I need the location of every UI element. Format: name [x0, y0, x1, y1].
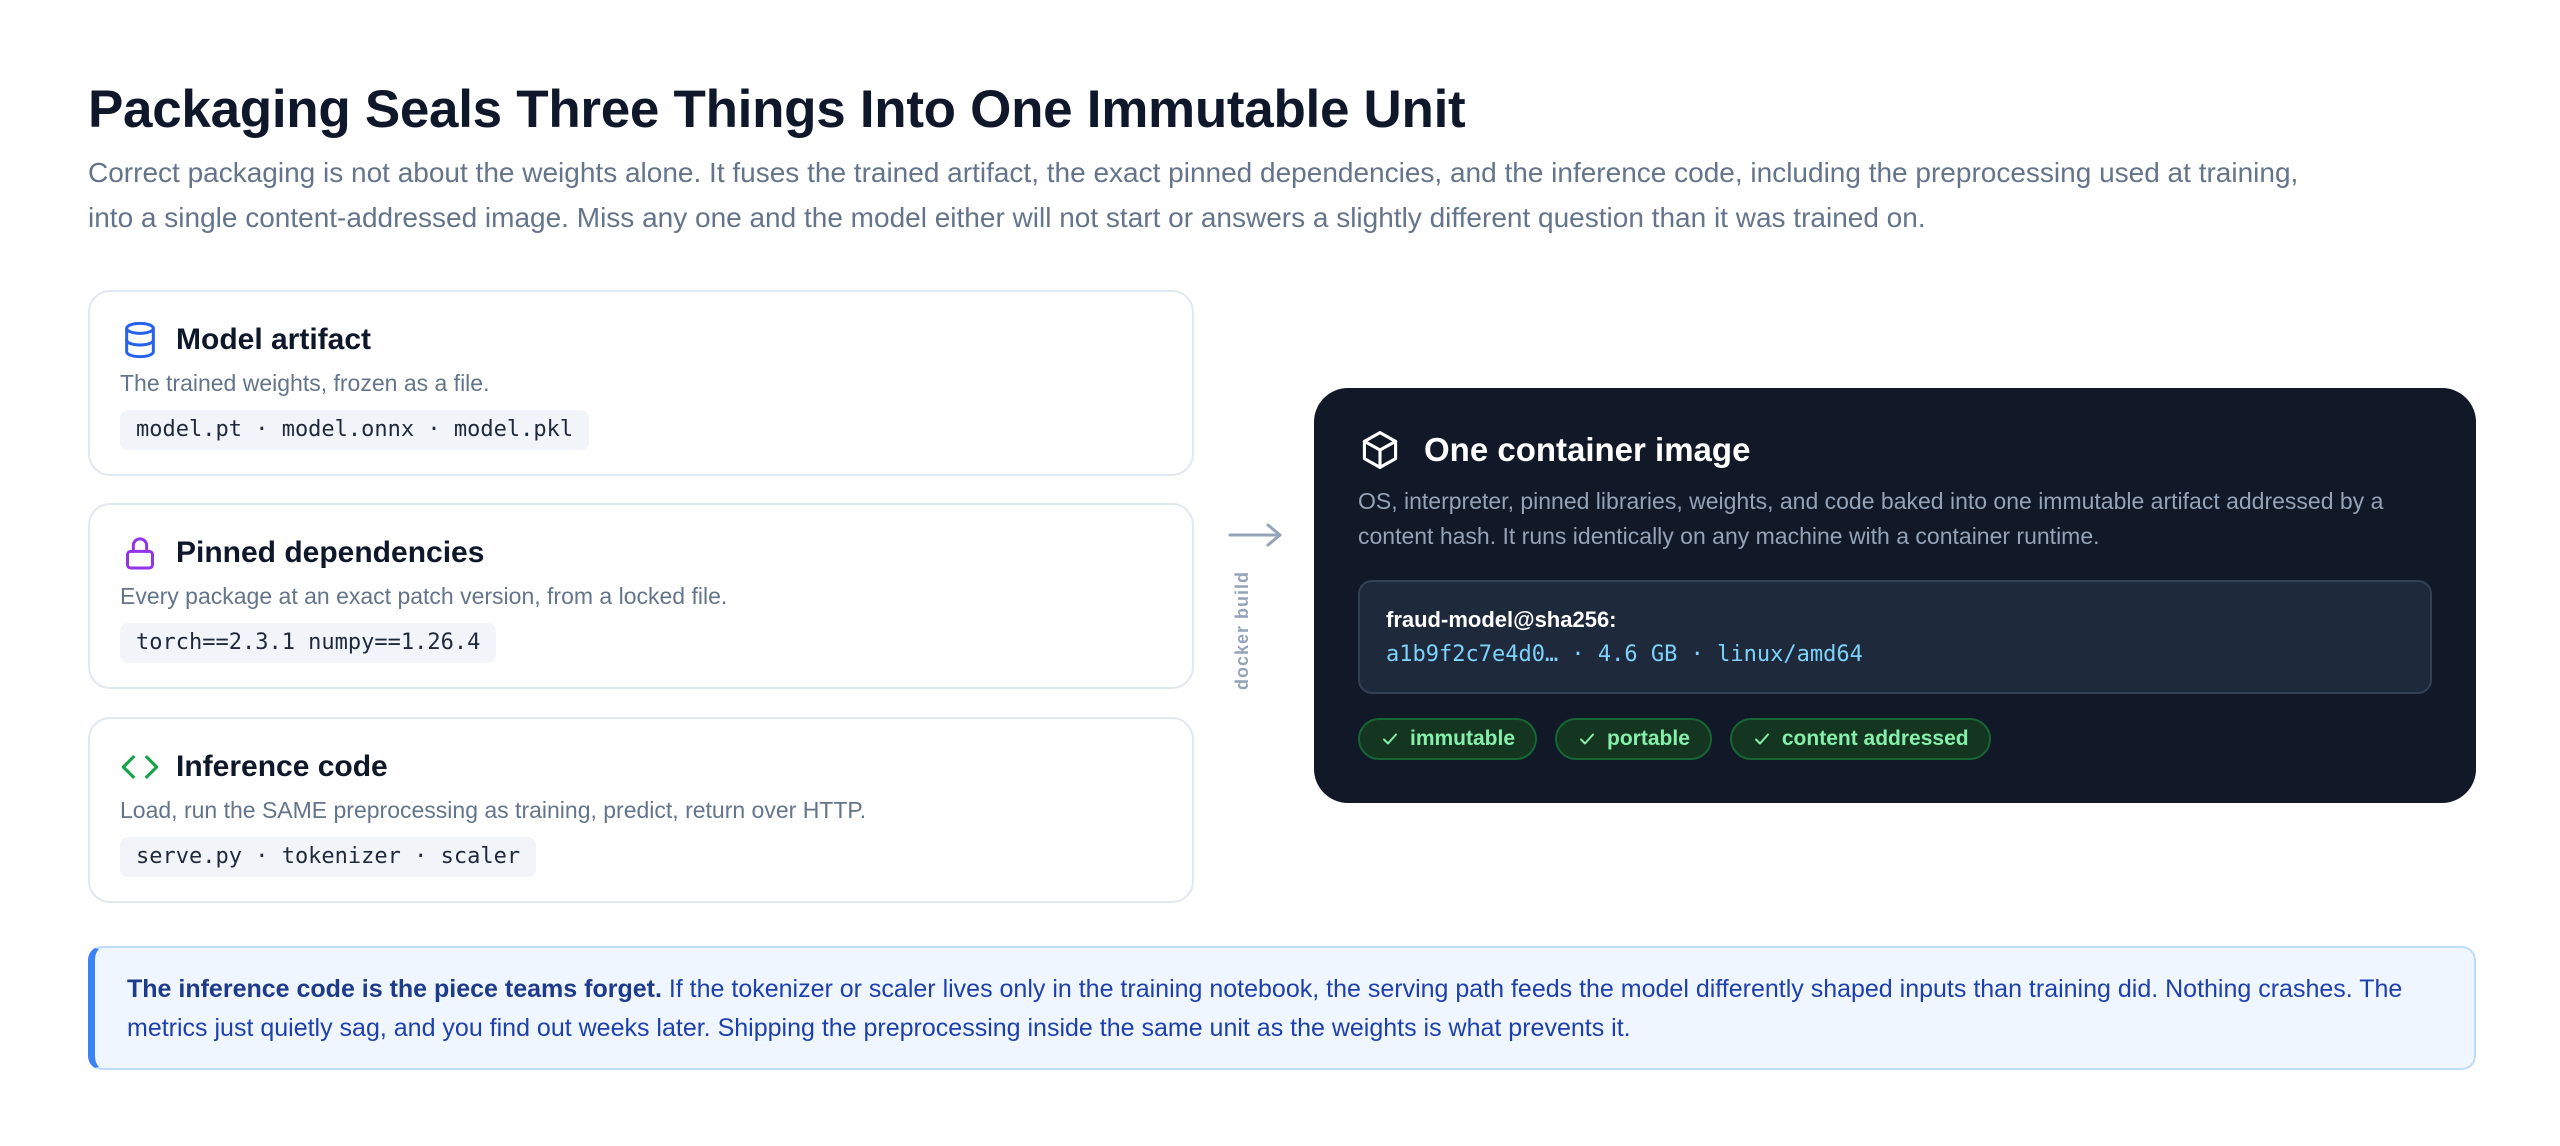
card-code: model.pt · model.onnx · model.pkl	[120, 410, 590, 450]
arrow-label: docker build	[1232, 570, 1252, 690]
check-icon	[1754, 733, 1769, 745]
arrow-right-icon	[1228, 523, 1282, 547]
page-intro: Correct packaging is not about the weigh…	[88, 157, 2299, 233]
card-code: torch==2.3.1 numpy==1.26.4	[120, 623, 497, 663]
image-digest-box: fraud-model@sha256: a1b9f2c7e4d0… · 4.6 …	[1358, 580, 2432, 694]
card-title: Pinned dependencies	[176, 536, 485, 569]
image-name: fraud-model@sha256:	[1386, 607, 1617, 632]
code-icon	[120, 747, 160, 787]
callout-note: The inference code is the piece teams fo…	[88, 946, 2476, 1070]
pinned-dependencies-card: Pinned dependencies Every package at an …	[88, 503, 1194, 689]
card-code: serve.py · tokenizer · scaler	[120, 837, 537, 877]
callout-lead: The inference code is the piece teams fo…	[127, 975, 662, 1003]
tag-immutable: immutable	[1358, 718, 1538, 760]
card-description: Every package at an exact patch version,…	[120, 583, 728, 609]
image-details: a1b9f2c7e4d0… · 4.6 GB · linux/amd64	[1386, 642, 1863, 667]
check-icon	[1580, 733, 1595, 745]
card-title: Inference code	[176, 750, 388, 783]
container-image-card: One container image OS, interpreter, pin…	[1314, 388, 2476, 803]
tag-label: portable	[1607, 727, 1690, 750]
tag-portable: portable	[1555, 718, 1712, 760]
tag-label: immutable	[1410, 727, 1516, 750]
tag-content-addressed: content addressed	[1729, 718, 1991, 760]
page-title: Packaging Seals Three Things Into One Im…	[88, 80, 1466, 139]
container-title: One container image	[1424, 431, 1751, 468]
tag-list: immutable portable content addressed	[1358, 718, 1991, 760]
inference-code-card: Inference code Load, run the SAME prepro…	[88, 717, 1194, 903]
card-title: Model artifact	[176, 323, 372, 356]
lock-icon	[120, 533, 160, 573]
check-icon	[1383, 733, 1397, 745]
card-description: Load, run the SAME preprocessing as trai…	[120, 797, 867, 823]
package-icon	[1358, 428, 1402, 472]
callout-text: The inference code is the piece teams fo…	[127, 970, 2447, 1048]
database-icon	[120, 320, 160, 360]
tag-label: content addressed	[1781, 727, 1969, 750]
card-description: The trained weights, frozen as a file.	[120, 370, 490, 396]
container-description: OS, interpreter, pinned libraries, weigh…	[1358, 488, 2384, 549]
model-artifact-card: Model artifact The trained weights, froz…	[88, 290, 1194, 476]
